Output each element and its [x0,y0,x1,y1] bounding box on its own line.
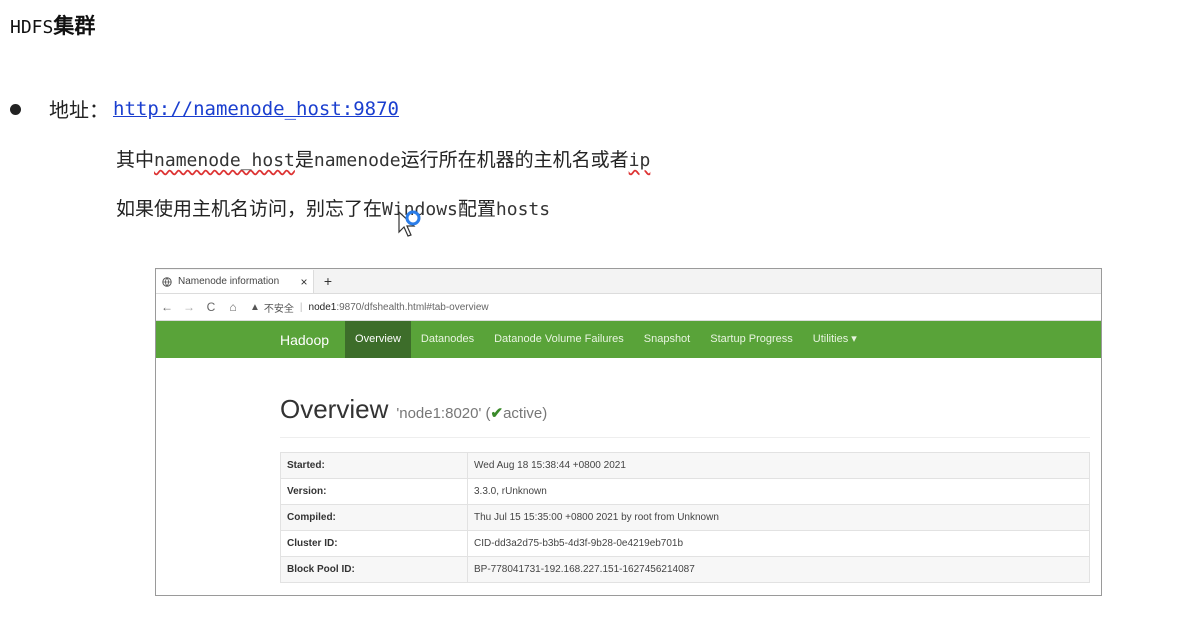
checkmark-icon: ✔ [490,405,504,422]
note-hostname-part: 是 [294,149,314,171]
nav-snapshot[interactable]: Snapshot [634,321,700,358]
note-hostname-part: namenode [313,150,401,171]
address-label: 地址： [49,98,109,122]
note-hostname: 其中namenode_host是namenode运行所在机器的主机名或者ip [116,145,650,172]
row-value: Wed Aug 18 15:38:44 +0800 2021 [467,452,1090,479]
table-row: Started: Wed Aug 18 15:38:44 +0800 2021 [280,452,1090,479]
nav-datanode-volume-failures[interactable]: Datanode Volume Failures [484,321,634,358]
forward-arrow-icon[interactable]: → [178,300,200,314]
url-host: node1 [308,301,337,313]
hadoop-navbar: Hadoop Overview Datanodes Datanode Volum… [156,321,1101,358]
nav-utilities-dropdown[interactable]: Utilities ▾ [803,321,867,358]
note-hosts-part: 配置 [457,198,496,220]
browser-tab[interactable]: Namenode information × [156,270,314,293]
mouse-cursor-icon [398,210,421,237]
browser-screenshot: Namenode information × + ← → C ⌂ ▲ 不安全 |… [155,268,1102,596]
home-icon[interactable]: ⌂ [222,300,244,314]
namenode-address: 'node1:8020' ( [396,405,491,422]
bullet-dot-icon [10,104,21,115]
note-hostname-part: namenode_host [154,150,295,171]
table-row: Block Pool ID: BP-778041731-192.168.227.… [280,556,1090,583]
new-tab-button[interactable]: + [318,270,338,293]
table-row: Cluster ID: CID-dd3a2d75-b3b5-4d3f-9b28-… [280,530,1090,557]
overview-info-table: Started: Wed Aug 18 15:38:44 +0800 2021 … [280,452,1090,583]
namenode-status: 'node1:8020' (✔active) [396,404,547,422]
browser-tab-bar: Namenode information × + [156,269,1101,294]
nav-startup-progress[interactable]: Startup Progress [700,321,803,358]
note-hosts-part: hosts [495,199,551,220]
url-path: :9870/dfshealth.html#tab-overview [336,301,489,313]
row-value: BP-778041731-192.168.227.151-16274562140… [467,556,1090,583]
note-hosts-part: 如果使用主机名访问，别忘了在 [116,198,383,220]
nav-overview[interactable]: Overview [345,321,411,358]
nav-datanodes[interactable]: Datanodes [411,321,484,358]
slide-title-prefix: HDFS [10,17,54,38]
browser-address-bar: ← → C ⌂ ▲ 不安全 | node1:9870/dfshealth.htm… [156,294,1101,321]
overview-content: Overview 'node1:8020' (✔active) Started:… [156,358,1101,583]
note-hostname-part: 其中 [116,149,155,171]
row-value: 3.3.0, rUnknown [467,478,1090,505]
note-hostname-part: ip [628,150,651,171]
row-key: Block Pool ID: [280,556,468,583]
back-arrow-icon[interactable]: ← [156,300,178,314]
url-separator: | [299,301,303,313]
slide: HDFS集群 地址： http://namenode_host:9870 其中n… [0,0,1182,632]
globe-icon [162,276,172,287]
security-label: 不安全 [263,303,294,315]
row-value: Thu Jul 15 15:35:00 +0800 2021 by root f… [467,504,1090,531]
close-tab-icon[interactable]: × [295,275,313,289]
address-bullet: 地址： http://namenode_host:9870 [10,94,399,123]
page-title: Overview [280,394,389,424]
table-row: Version: 3.3.0, rUnknown [280,478,1090,505]
reload-icon[interactable]: C [200,300,222,314]
row-value: CID-dd3a2d75-b3b5-4d3f-9b28-0e4219eb701b [467,530,1090,557]
namenode-state: active) [503,405,548,422]
row-key: Started: [280,452,468,479]
browser-tab-title: Namenode information [178,276,280,287]
slide-title: HDFS集群 [10,10,95,40]
hadoop-brand[interactable]: Hadoop [280,332,329,348]
row-key: Version: [280,478,468,505]
row-key: Cluster ID: [280,530,468,557]
row-key: Compiled: [280,504,468,531]
slide-title-suffix: 集群 [53,14,96,38]
note-hostname-part: 运行所在机器的主机名或者 [400,149,629,171]
note-hosts-config: 如果使用主机名访问，别忘了在Windows配置hosts [116,194,550,221]
namenode-web-link[interactable]: http://namenode_host:9870 [113,98,399,120]
warning-icon: ▲ [250,301,260,313]
overview-header: Overview 'node1:8020' (✔active) [280,394,1090,438]
url-input[interactable]: ▲ 不安全 | node1:9870/dfshealth.html#tab-ov… [250,300,489,315]
table-row: Compiled: Thu Jul 15 15:35:00 +0800 2021… [280,504,1090,531]
